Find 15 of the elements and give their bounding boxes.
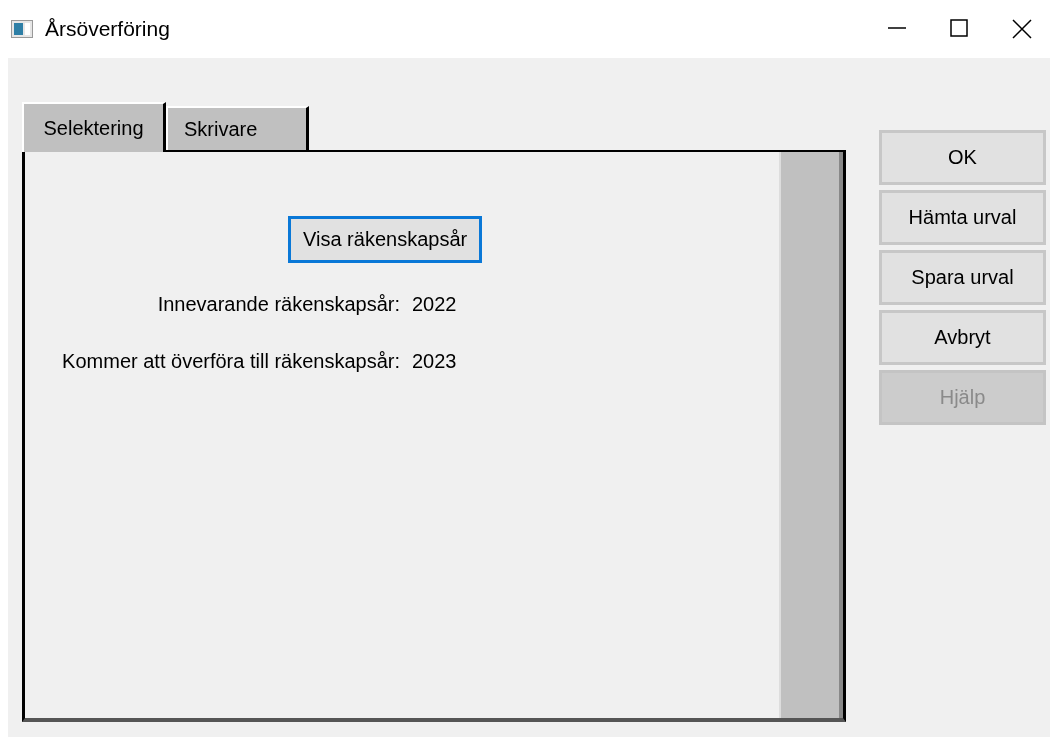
tab[interactable]: Skrivare (166, 106, 309, 150)
window-title: Årsöverföring (45, 17, 171, 41)
dialog-button[interactable]: Avbryt (879, 310, 1046, 365)
maximize-icon[interactable] (950, 19, 968, 37)
close-icon[interactable] (1012, 19, 1032, 39)
dialog-button[interactable]: OK (879, 130, 1046, 185)
app-icon (11, 20, 33, 38)
show-fiscal-years-button[interactable]: Visa räkenskapsår (288, 216, 483, 263)
dialog-button[interactable]: Hämta urval (879, 190, 1046, 245)
field-value: 2022 (412, 293, 457, 316)
dialog-button[interactable]: Spara urval (879, 250, 1046, 305)
tab[interactable]: Selektering (22, 102, 166, 152)
field-value: 2023 (412, 350, 457, 373)
field-label: Kommer att överföra till räkenskapsår: (62, 350, 400, 373)
field-label: Innevarande räkenskapsår: (157, 293, 400, 316)
